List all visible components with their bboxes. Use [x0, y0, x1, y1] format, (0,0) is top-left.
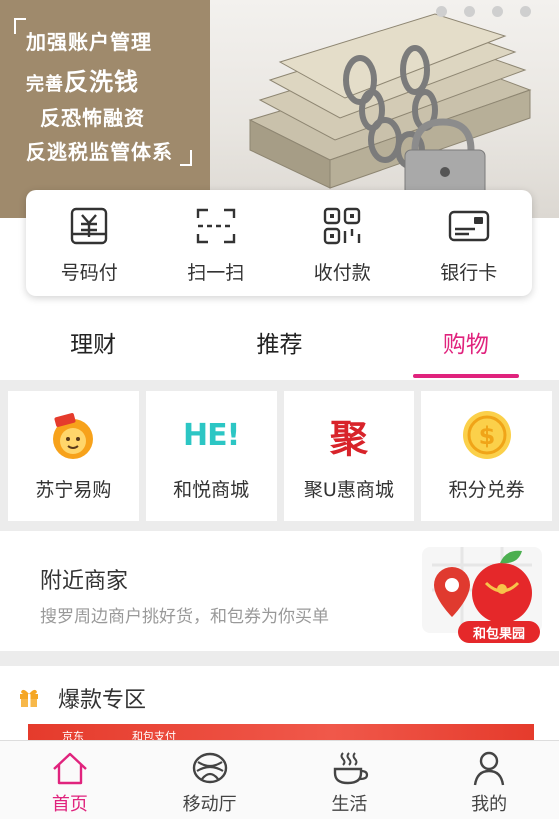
gift-icon [20, 689, 38, 707]
svg-text:和包果园: 和包果园 [473, 626, 525, 642]
orchard-illustration: 和包果园 [412, 545, 546, 645]
quick-action-scan[interactable]: 扫一扫 [153, 190, 280, 296]
quick-action-label: 号码付 [60, 262, 118, 284]
nav-mine[interactable]: 我的 [419, 741, 559, 819]
banner-line-3: 反恐怖融资 [40, 106, 145, 130]
chained-money-illustration [248, 13, 532, 201]
carousel-dot[interactable] [436, 6, 447, 17]
home-icon [53, 752, 87, 785]
coin-icon: $ [461, 409, 513, 461]
shop-label: 积分兑券 [448, 479, 525, 501]
svg-text:$: $ [478, 422, 495, 450]
nearby-subtitle: 搜罗周边商户挑好货，和包券为你买单 [40, 607, 329, 627]
he-logo-icon: HE! [182, 417, 240, 453]
bracket-decoration [180, 150, 192, 166]
shop-suning[interactable]: 苏宁易购 [8, 391, 139, 521]
bracket-decoration [14, 18, 26, 34]
quick-action-label: 扫一扫 [187, 262, 245, 284]
ju-logo-icon: 聚 [329, 416, 368, 461]
nav-label: 我的 [471, 794, 508, 815]
nav-label: 生活 [331, 794, 368, 815]
promo-banner[interactable]: 加强账户管理 完善反洗钱 反恐怖融资 反逃税监管体系 [0, 0, 559, 218]
shop-juuhui[interactable]: 聚 聚U惠商城 [283, 391, 415, 521]
quick-action-label: 银行卡 [440, 262, 498, 284]
nav-label: 移动厅 [182, 794, 237, 815]
person-icon [473, 751, 505, 786]
quick-action-collect-pay[interactable]: 收付款 [279, 190, 406, 296]
china-mobile-icon [192, 752, 227, 784]
nav-life[interactable]: 生活 [280, 741, 420, 819]
nav-mobile-hall[interactable]: 移动厅 [140, 741, 280, 819]
banner-line-1: 加强账户管理 [26, 30, 152, 54]
shop-label: 苏宁易购 [35, 479, 112, 501]
category-tabs: 理财 推荐 购物 [0, 318, 559, 380]
nearby-title: 附近商家 [40, 569, 129, 594]
shop-label: 聚U惠商城 [303, 479, 394, 501]
qr-code-icon [324, 207, 361, 245]
quick-actions-card: 号码付 扫一扫 收付款 银行卡 [26, 190, 532, 296]
carousel-dot[interactable] [492, 6, 503, 17]
tab-finance[interactable]: 理财 [0, 318, 186, 380]
tab-shopping[interactable]: 购物 [373, 318, 559, 380]
nav-home[interactable]: 首页 [0, 741, 140, 819]
tab-recommended[interactable]: 推荐 [186, 318, 372, 380]
suning-lion-icon [47, 409, 99, 461]
quick-action-bank-card[interactable]: 银行卡 [406, 190, 533, 296]
banner-line-2: 完善反洗钱 [26, 68, 139, 96]
shop-points-exchange[interactable]: $ 积分兑券 [421, 391, 552, 521]
carousel-indicator[interactable] [436, 6, 531, 17]
hot-deals-title: 爆款专区 [58, 688, 147, 713]
shop-grid: 苏宁易购 HE! 和悦商城 聚 聚U惠商城 $ 积分兑券 [8, 391, 552, 521]
banner-image [210, 0, 559, 218]
bottom-navigation: 首页 移动厅 生活 我的 [0, 740, 559, 819]
banner-text-panel: 加强账户管理 完善反洗钱 反恐怖融资 反逃税监管体系 [0, 0, 210, 218]
quick-action-pay-by-number[interactable]: 号码付 [26, 190, 153, 296]
quick-action-label: 收付款 [313, 262, 371, 284]
scan-icon [196, 208, 235, 244]
shop-heyue[interactable]: HE! 和悦商城 [145, 391, 277, 521]
nearby-merchants-card[interactable]: 附近商家 搜罗周边商户挑好货，和包券为你买单 和包果园 [0, 531, 559, 651]
coffee-cup-icon [334, 752, 369, 785]
bank-card-icon [448, 210, 489, 242]
carousel-dot[interactable] [520, 6, 531, 17]
yuan-receipt-icon [71, 207, 108, 245]
hot-deals-section: 爆款专区 京东 和包支付 [0, 666, 559, 746]
banner-line-4: 反逃税监管体系 [26, 140, 173, 164]
shop-label: 和悦商城 [173, 479, 250, 501]
carousel-dot[interactable] [464, 6, 475, 17]
nav-label: 首页 [51, 794, 88, 815]
